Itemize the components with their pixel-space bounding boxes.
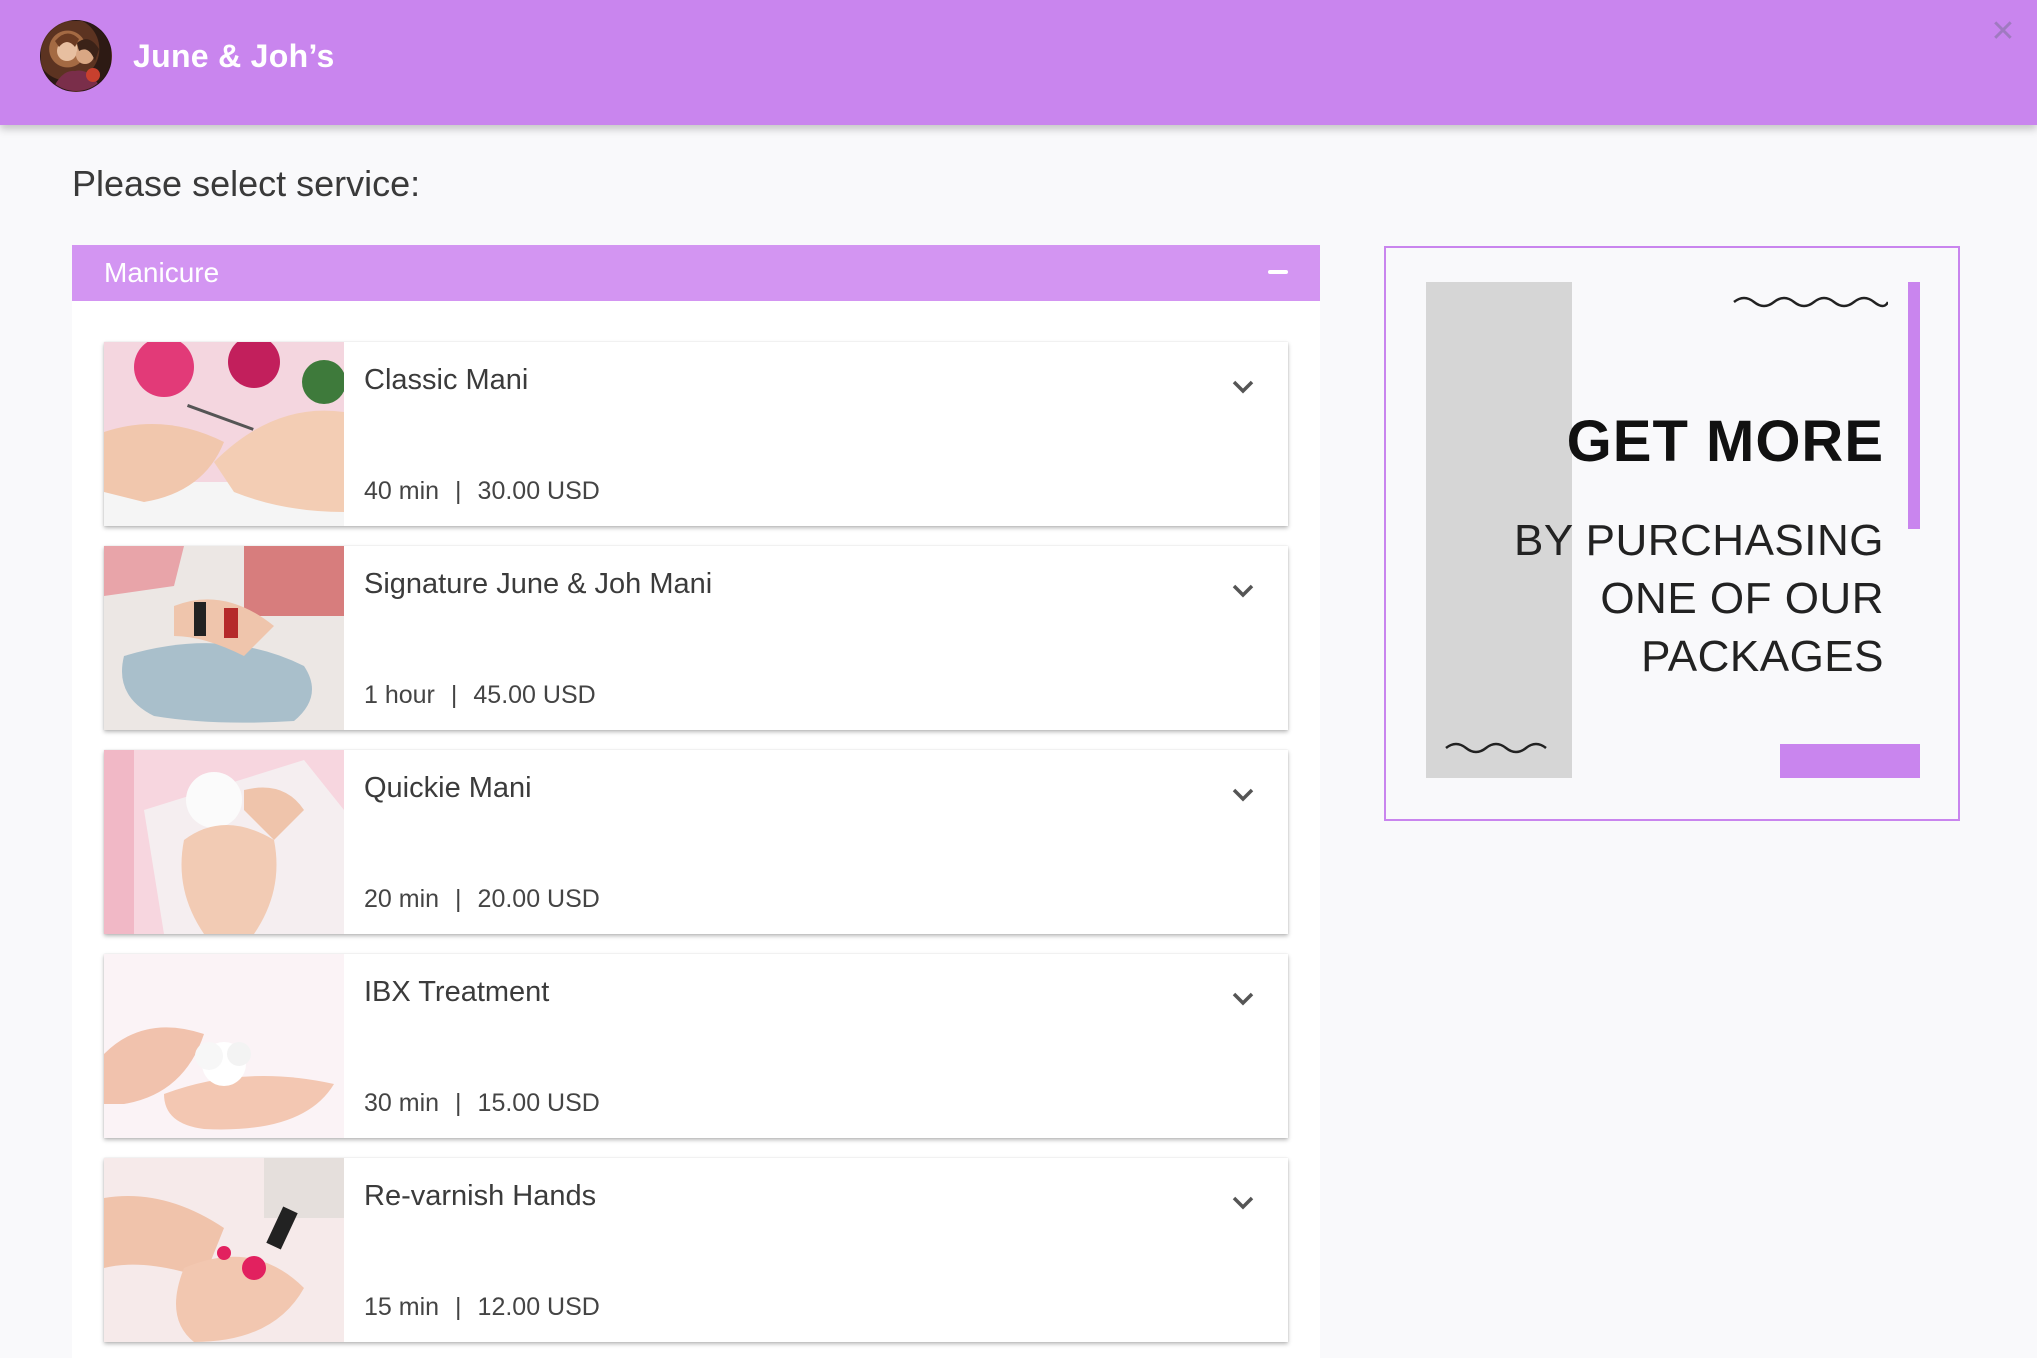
close-icon: ✕ [1990,15,2016,48]
service-meta: 20 min | 20.00 USD [364,885,600,914]
service-duration: 20 min [364,885,440,913]
meta-separator: | [455,477,462,505]
business-avatar [40,20,112,92]
meta-separator: | [450,681,458,709]
chevron-down-icon[interactable] [1228,780,1258,810]
promo-accent-bar [1908,282,1920,529]
service-list: Classic Mani 40 min | 30.00 USD Signature … [72,301,1320,1358]
chevron-down-icon[interactable] [1228,984,1258,1014]
category-label: Manicure [104,257,220,288]
meta-separator: | [455,1293,462,1321]
meta-separator: | [455,1089,462,1117]
service-price: 30.00 USD [477,477,600,505]
wave-decoration [1733,296,1888,308]
service-name: Signature June & Joh Mani [364,568,713,600]
promo-headline: GET MORE [1566,409,1884,474]
service-image [104,342,344,526]
service-price: 12.00 USD [477,1293,600,1321]
service-price: 45.00 USD [473,681,596,709]
meta-separator: | [455,885,462,913]
category-header-manicure[interactable]: Manicure [72,245,1320,301]
service-image [104,954,344,1138]
minus-icon[interactable] [1268,270,1288,274]
wave-decoration [1445,742,1547,754]
service-price: 15.00 USD [477,1089,600,1117]
chevron-down-icon[interactable] [1228,1188,1258,1218]
service-meta: 30 min | 15.00 USD [364,1089,600,1118]
service-name: Quickie Mani [364,772,532,804]
service-name: Classic Mani [364,364,529,396]
service-image [104,750,344,934]
business-name: June & Joh’s [133,38,335,74]
service-name: IBX Treatment [364,976,550,1008]
chevron-down-icon[interactable] [1228,372,1258,402]
service-duration: 40 min [364,477,440,505]
packages-promo-banner[interactable]: GET MORE BY PURCHASING ONE OF OUR PACKAG… [1384,246,1960,821]
promo-subtext: BY PURCHASING ONE OF OUR PACKAGES [1514,516,1884,681]
service-image [104,1158,344,1342]
service-meta: 1 hour | 45.00 USD [364,681,596,710]
service-duration: 15 min [364,1293,440,1321]
close-button[interactable]: ✕ [1983,12,2023,52]
chevron-down-icon[interactable] [1228,576,1258,606]
service-duration: 30 min [364,1089,440,1117]
promo-button[interactable] [1780,744,1920,778]
page-title: Please select service: [72,163,421,204]
service-duration: 1 hour [364,681,435,709]
service-card[interactable]: IBX Treatment 30 min | 15.00 USD [104,954,1288,1138]
top-bar: June & Joh’s ✕ [0,0,2037,125]
service-name: Re-varnish Hands [364,1180,597,1212]
service-card[interactable]: Signature June & Joh Mani 1 hour | 45.00 U… [104,546,1288,730]
service-meta: 15 min | 12.00 USD [364,1293,600,1322]
service-card[interactable]: Re-varnish Hands 15 min | 12.00 USD [104,1158,1288,1342]
service-image [104,546,344,730]
service-meta: 40 min | 30.00 USD [364,477,600,506]
service-price: 20.00 USD [477,885,600,913]
service-card[interactable]: Classic Mani 40 min | 30.00 USD [104,342,1288,526]
service-card[interactable]: Quickie Mani 20 min | 20.00 USD [104,750,1288,934]
